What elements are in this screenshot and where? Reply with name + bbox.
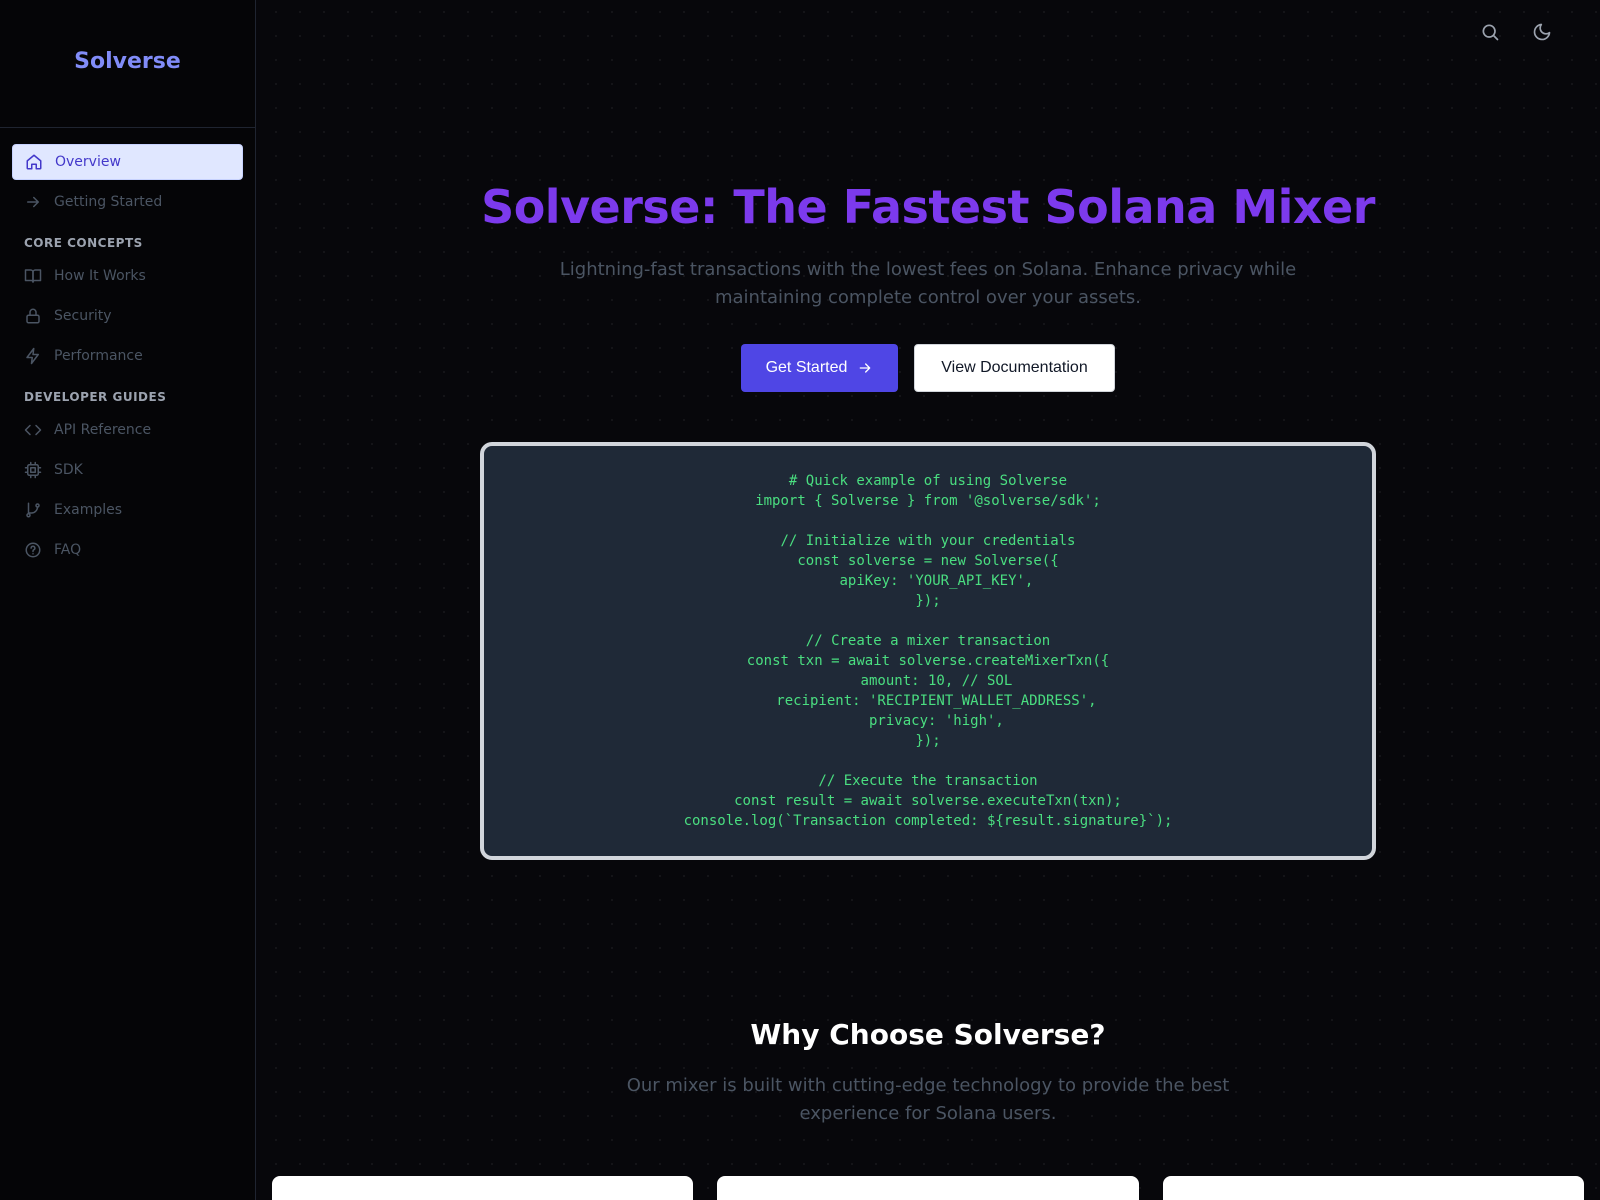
main-content: Solverse: The Fastest Solana Mixer Light…: [256, 0, 1600, 1200]
hero-actions: Get Started View Documentation: [256, 344, 1600, 392]
topbar-actions: [1480, 20, 1552, 44]
home-icon: [25, 153, 43, 171]
why-title: Why Choose Solverse?: [750, 1018, 1106, 1051]
sidebar-item-label: Examples: [54, 502, 123, 518]
section-title-core-concepts: CORE CONCEPTS: [24, 236, 143, 250]
sidebar-item-api-reference[interactable]: API Reference: [12, 412, 243, 448]
feature-card: [272, 1176, 694, 1200]
sidebar-item-security[interactable]: Security: [12, 298, 243, 334]
arrow-right-icon: [24, 193, 42, 211]
sidebar-item-overview[interactable]: Overview: [12, 144, 243, 180]
sidebar-nav: Overview Getting Started CORE CONCEPTS H…: [0, 128, 255, 588]
sidebar-item-label: FAQ: [54, 542, 82, 558]
sidebar-item-label: Security: [54, 308, 112, 324]
search-icon[interactable]: [1480, 20, 1500, 44]
sidebar-item-examples[interactable]: Examples: [12, 492, 243, 528]
sidebar-item-faq[interactable]: FAQ: [12, 532, 243, 568]
view-documentation-button[interactable]: View Documentation: [914, 344, 1115, 392]
code-icon: [24, 421, 42, 439]
section-title-developer-guides: DEVELOPER GUIDES: [24, 390, 167, 404]
git-branch-icon: [24, 501, 42, 519]
feature-card: [717, 1176, 1139, 1200]
moon-icon[interactable]: [1532, 20, 1552, 44]
lock-icon: [24, 307, 42, 325]
hero-title: Solverse: The Fastest Solana Mixer: [481, 180, 1375, 234]
help-circle-icon: [24, 541, 42, 559]
sidebar-item-how-it-works[interactable]: How It Works: [12, 258, 243, 294]
sidebar-item-label: API Reference: [54, 422, 152, 438]
book-icon: [24, 267, 42, 285]
cpu-icon: [24, 461, 42, 479]
get-started-label: Get Started: [765, 359, 848, 376]
code-example-block: # Quick example of using Solverse import…: [480, 442, 1376, 860]
sidebar-item-label: SDK: [54, 462, 83, 478]
arrow-right-icon: [857, 360, 873, 376]
lightning-icon: [24, 347, 42, 365]
feature-cards: [272, 1176, 1584, 1200]
get-started-button[interactable]: Get Started: [741, 344, 898, 392]
sidebar-item-performance[interactable]: Performance: [12, 338, 243, 374]
feature-card: [1162, 1176, 1584, 1200]
hero-subtitle: Lightning-fast transactions with the low…: [559, 259, 1297, 308]
sidebar-item-label: Overview: [55, 154, 121, 170]
brand-logo[interactable]: Solverse: [0, 0, 255, 128]
sidebar-item-label: Getting Started: [54, 194, 163, 210]
why-subtitle: Our mixer is built with cutting-edge tec…: [626, 1075, 1230, 1124]
code-example: # Quick example of using Solverse import…: [683, 473, 1173, 829]
sidebar-item-label: Performance: [54, 348, 143, 364]
sidebar-item-sdk[interactable]: SDK: [12, 452, 243, 488]
sidebar-item-getting-started[interactable]: Getting Started: [12, 184, 243, 220]
sidebar-item-label: How It Works: [54, 268, 146, 284]
sidebar: Solverse Overview Getting Started CORE C…: [0, 0, 256, 1200]
brand-name: Solverse: [74, 49, 181, 74]
